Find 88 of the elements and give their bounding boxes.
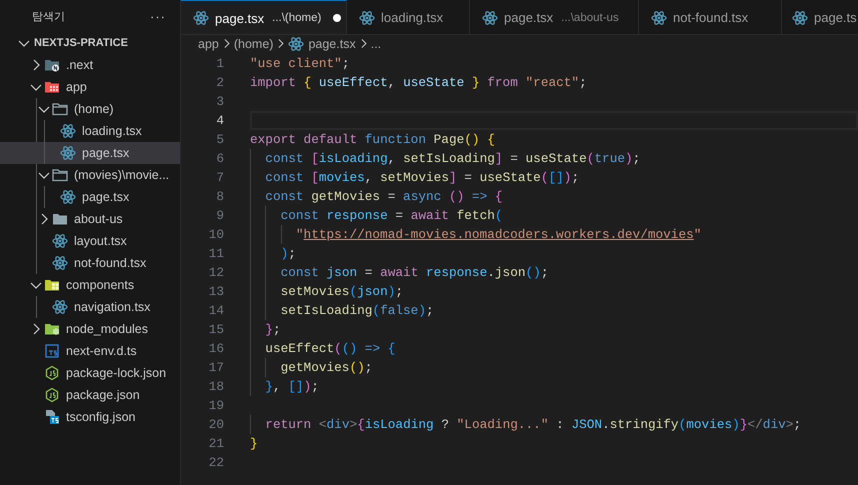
atom-icon	[792, 10, 808, 26]
line-number: 15	[208, 321, 224, 339]
typescript-file-icon	[44, 343, 60, 359]
line-number: 17	[208, 359, 224, 377]
code-line: const json = await response.json();	[250, 263, 548, 282]
folder-icon	[44, 321, 60, 337]
breadcrumb-item[interactable]: ...	[370, 36, 382, 50]
tree-item[interactable]: page.tsx	[0, 186, 180, 208]
code-line: "use client";	[250, 55, 350, 73]
atom-icon	[60, 189, 76, 205]
atom-icon	[60, 123, 76, 139]
code-line: getMovies();	[250, 358, 372, 377]
tree-item[interactable]: about-us	[0, 208, 180, 230]
hexagon-file-icon	[44, 365, 60, 381]
code-line: export default function Page() {	[250, 131, 495, 149]
tree-item[interactable]: package.json	[0, 384, 180, 406]
line-number: 6	[215, 150, 224, 168]
code-line: const [isLoading, setIsLoading] = useState(true);	[250, 149, 640, 168]
code-line: return <div>{isLoading ? "Loading..." : JSON.stringify(movies)}</div>;	[250, 415, 802, 434]
code-line: const response = await fetch(	[250, 206, 503, 225]
folder-icon	[44, 57, 60, 73]
atom-icon	[482, 10, 498, 26]
code-line: const getMovies = async () => {	[250, 187, 503, 206]
line-number: 21	[208, 435, 224, 453]
tree-item[interactable]: package-lock.json	[0, 362, 180, 384]
line-number: 10	[208, 226, 224, 244]
code-line: );	[250, 244, 296, 263]
breadcrumb-item[interactable]: app	[198, 36, 219, 50]
code-line: };	[250, 320, 281, 339]
code-line: useEffect(() => {	[250, 339, 396, 358]
tree-item[interactable]: not-found.tsx	[0, 252, 180, 274]
code-line: setIsLoading(false);	[250, 301, 434, 320]
explorer-title: 탐색기	[32, 10, 65, 24]
tree-item[interactable]: tsconfig.json	[0, 406, 180, 428]
tree-item[interactable]: loading.tsx	[0, 120, 180, 142]
atom-icon	[52, 233, 68, 249]
tree-item[interactable]: node_modules	[0, 318, 180, 340]
line-number: 4	[215, 112, 224, 130]
config-file-icon	[44, 409, 60, 425]
code-line: }, []);	[250, 377, 319, 396]
line-number: 13	[208, 283, 224, 301]
breadcrumb-item[interactable]: (home)	[234, 36, 274, 50]
tree-item[interactable]: next-env.d.ts	[0, 340, 180, 362]
atom-icon	[52, 255, 68, 271]
folder-icon	[52, 167, 68, 183]
code-line: const [movies, setMovies] = useState([]);	[250, 168, 580, 187]
tree-item[interactable]: (movies)\movie...	[0, 164, 180, 186]
code-line: setMovies(json);	[250, 282, 404, 301]
atom-icon	[288, 36, 304, 52]
line-number: 7	[215, 169, 224, 187]
tree-item[interactable]: page.tsx	[0, 142, 180, 164]
code-line: "https://nomad-movies.nomadcoders.workers.dev/movies"	[250, 225, 702, 244]
tree-item[interactable]: app	[0, 76, 180, 98]
tree-item[interactable]: (home)	[0, 98, 180, 120]
atom-icon	[193, 10, 209, 26]
editor-tab[interactable]: page.tsx ...\(home)	[181, 0, 347, 34]
line-number: 8	[215, 188, 224, 206]
line-number: 22	[208, 454, 224, 472]
atom-icon	[52, 299, 68, 315]
atom-icon	[60, 145, 76, 161]
tree-item[interactable]: components	[0, 274, 180, 296]
breadcrumb-item[interactable]: page.tsx	[288, 36, 356, 52]
line-number: 12	[208, 264, 224, 282]
code-line: }	[250, 435, 258, 453]
workspace-header[interactable]: NEXTJS-PRATICE	[0, 32, 180, 54]
line-number: 5	[215, 131, 224, 149]
hexagon-file-icon	[44, 387, 60, 403]
folder-icon	[52, 101, 68, 117]
line-number: 1	[215, 55, 224, 73]
line-number: 18	[208, 378, 224, 396]
line-number: 14	[208, 302, 224, 320]
line-number: 16	[208, 340, 224, 358]
line-number: 19	[208, 397, 224, 415]
line-number: 11	[208, 245, 224, 263]
line-number: 2	[215, 74, 224, 92]
tree-item[interactable]: layout.tsx	[0, 230, 180, 252]
line-number: 9	[215, 207, 224, 225]
more-actions-icon[interactable]: ···	[150, 8, 166, 24]
folder-icon	[44, 79, 60, 95]
atom-icon	[651, 10, 667, 26]
folder-icon	[44, 277, 60, 293]
line-number: 3	[215, 93, 224, 111]
code-line: import { useEffect, useState } from "react";	[250, 74, 587, 92]
tree-item[interactable]: navigation.tsx	[0, 296, 180, 318]
line-number: 20	[208, 416, 224, 434]
tree-item[interactable]: .next	[0, 54, 180, 76]
folder-icon	[52, 211, 68, 227]
atom-icon	[359, 10, 375, 26]
